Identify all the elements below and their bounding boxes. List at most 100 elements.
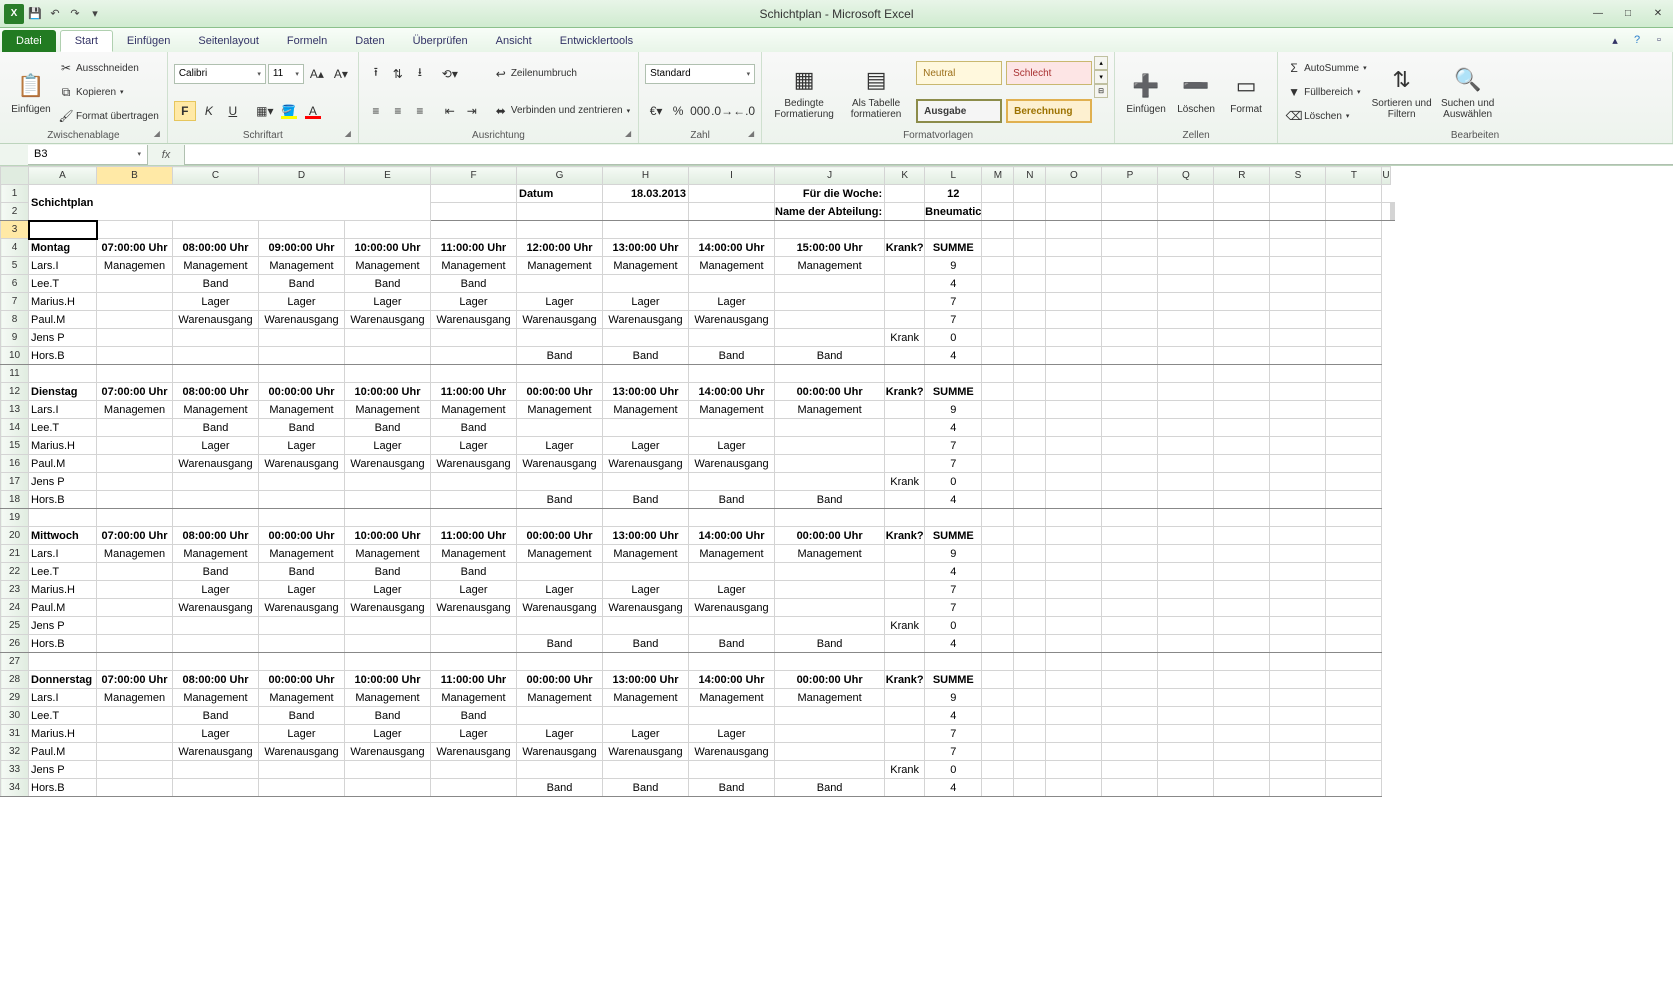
cell[interactable] bbox=[1214, 581, 1270, 599]
cell[interactable] bbox=[431, 509, 517, 527]
cell[interactable] bbox=[431, 635, 517, 653]
cell[interactable] bbox=[1046, 383, 1102, 401]
cell[interactable] bbox=[1102, 707, 1158, 725]
cell[interactable]: Lager bbox=[517, 581, 603, 599]
row-header-30[interactable]: 30 bbox=[1, 707, 29, 725]
cell[interactable] bbox=[1046, 455, 1102, 473]
cell[interactable] bbox=[1046, 401, 1102, 419]
cell[interactable] bbox=[775, 473, 885, 491]
cell[interactable] bbox=[1326, 689, 1382, 707]
cell[interactable]: 13:00:00 Uhr bbox=[603, 527, 689, 545]
cell[interactable] bbox=[1046, 599, 1102, 617]
cell[interactable] bbox=[97, 779, 173, 797]
cell[interactable] bbox=[775, 599, 885, 617]
cell[interactable] bbox=[775, 311, 885, 329]
cell[interactable] bbox=[775, 221, 885, 239]
row-header-24[interactable]: 24 bbox=[1, 599, 29, 617]
row-header-12[interactable]: 12 bbox=[1, 383, 29, 401]
cell[interactable] bbox=[775, 365, 885, 383]
cell[interactable] bbox=[1014, 743, 1046, 761]
cell[interactable] bbox=[1326, 437, 1382, 455]
cell[interactable] bbox=[1158, 257, 1214, 275]
cell[interactable] bbox=[1014, 383, 1046, 401]
cell[interactable]: 00:00:00 Uhr bbox=[517, 527, 603, 545]
cell[interactable] bbox=[1326, 329, 1382, 347]
cell[interactable] bbox=[689, 275, 775, 293]
cell[interactable]: Lager bbox=[517, 293, 603, 311]
cell[interactable] bbox=[885, 293, 925, 311]
qat-more-icon[interactable]: ▾ bbox=[86, 5, 104, 23]
tab-überprüfen[interactable]: Überprüfen bbox=[399, 30, 482, 52]
cell[interactable] bbox=[173, 221, 259, 239]
cell[interactable] bbox=[1326, 311, 1382, 329]
cell[interactable]: Mittwoch bbox=[29, 527, 97, 545]
cell[interactable] bbox=[517, 275, 603, 293]
cell[interactable]: Lager bbox=[259, 725, 345, 743]
cell[interactable] bbox=[1326, 203, 1382, 221]
cell[interactable] bbox=[1102, 509, 1158, 527]
cell[interactable] bbox=[982, 491, 1014, 509]
cell[interactable]: 7 bbox=[925, 437, 982, 455]
cell[interactable] bbox=[1214, 311, 1270, 329]
cell[interactable] bbox=[517, 419, 603, 437]
cell[interactable] bbox=[1102, 275, 1158, 293]
cell[interactable] bbox=[1158, 437, 1214, 455]
cell[interactable]: Paul.M bbox=[29, 743, 97, 761]
cell[interactable] bbox=[1102, 401, 1158, 419]
cell[interactable] bbox=[1014, 689, 1046, 707]
cell[interactable]: 11:00:00 Uhr bbox=[431, 239, 517, 257]
cell[interactable]: Band bbox=[775, 779, 885, 797]
cell[interactable]: 07:00:00 Uhr bbox=[97, 527, 173, 545]
cell[interactable] bbox=[1214, 599, 1270, 617]
cell[interactable] bbox=[1046, 203, 1102, 221]
cell[interactable] bbox=[517, 617, 603, 635]
cell[interactable] bbox=[982, 635, 1014, 653]
cell[interactable] bbox=[1326, 635, 1382, 653]
cell[interactable] bbox=[1326, 509, 1382, 527]
fill-color-button[interactable]: 🪣 bbox=[278, 101, 300, 121]
cell[interactable] bbox=[431, 491, 517, 509]
cell[interactable] bbox=[1046, 779, 1102, 797]
cell[interactable] bbox=[1102, 779, 1158, 797]
col-header-M[interactable]: M bbox=[982, 167, 1014, 185]
cell[interactable]: Management bbox=[775, 545, 885, 563]
cell[interactable] bbox=[97, 635, 173, 653]
cell[interactable]: Schichtplan bbox=[29, 185, 431, 221]
cell[interactable] bbox=[1046, 653, 1102, 671]
cell[interactable] bbox=[1214, 653, 1270, 671]
bold-button[interactable]: F bbox=[174, 101, 196, 121]
fill-button[interactable]: ▼Füllbereich▾ bbox=[1284, 82, 1369, 102]
cell[interactable]: Band bbox=[517, 347, 603, 365]
row-header-3[interactable]: 3 bbox=[1, 221, 29, 239]
cell[interactable] bbox=[1214, 329, 1270, 347]
col-header-G[interactable]: G bbox=[517, 167, 603, 185]
cell[interactable] bbox=[1382, 203, 1390, 221]
cell[interactable]: Management bbox=[775, 257, 885, 275]
cell[interactable] bbox=[1214, 617, 1270, 635]
cell[interactable]: 10:00:00 Uhr bbox=[345, 383, 431, 401]
cell[interactable]: Warenausgang bbox=[259, 599, 345, 617]
cell[interactable]: Krank? bbox=[885, 239, 925, 257]
cell[interactable]: 4 bbox=[925, 419, 982, 437]
row-header-31[interactable]: 31 bbox=[1, 725, 29, 743]
cell[interactable] bbox=[1046, 527, 1102, 545]
cell[interactable]: Lager bbox=[173, 293, 259, 311]
cell[interactable] bbox=[603, 329, 689, 347]
cell[interactable] bbox=[689, 365, 775, 383]
cell[interactable]: 10:00:00 Uhr bbox=[345, 239, 431, 257]
cell[interactable] bbox=[1214, 185, 1270, 203]
close-button[interactable]: ✕ bbox=[1643, 4, 1673, 24]
cell[interactable]: Management bbox=[345, 689, 431, 707]
col-header-R[interactable]: R bbox=[1214, 167, 1270, 185]
cell[interactable] bbox=[1326, 473, 1382, 491]
cell[interactable]: 08:00:00 Uhr bbox=[173, 527, 259, 545]
cell[interactable] bbox=[431, 617, 517, 635]
cell[interactable]: Warenausgang bbox=[173, 311, 259, 329]
cell[interactable]: Management bbox=[603, 545, 689, 563]
cell[interactable] bbox=[97, 491, 173, 509]
cell[interactable] bbox=[603, 275, 689, 293]
cell[interactable] bbox=[1046, 293, 1102, 311]
cell[interactable] bbox=[431, 221, 517, 239]
cell[interactable] bbox=[1326, 563, 1382, 581]
cell[interactable] bbox=[345, 473, 431, 491]
